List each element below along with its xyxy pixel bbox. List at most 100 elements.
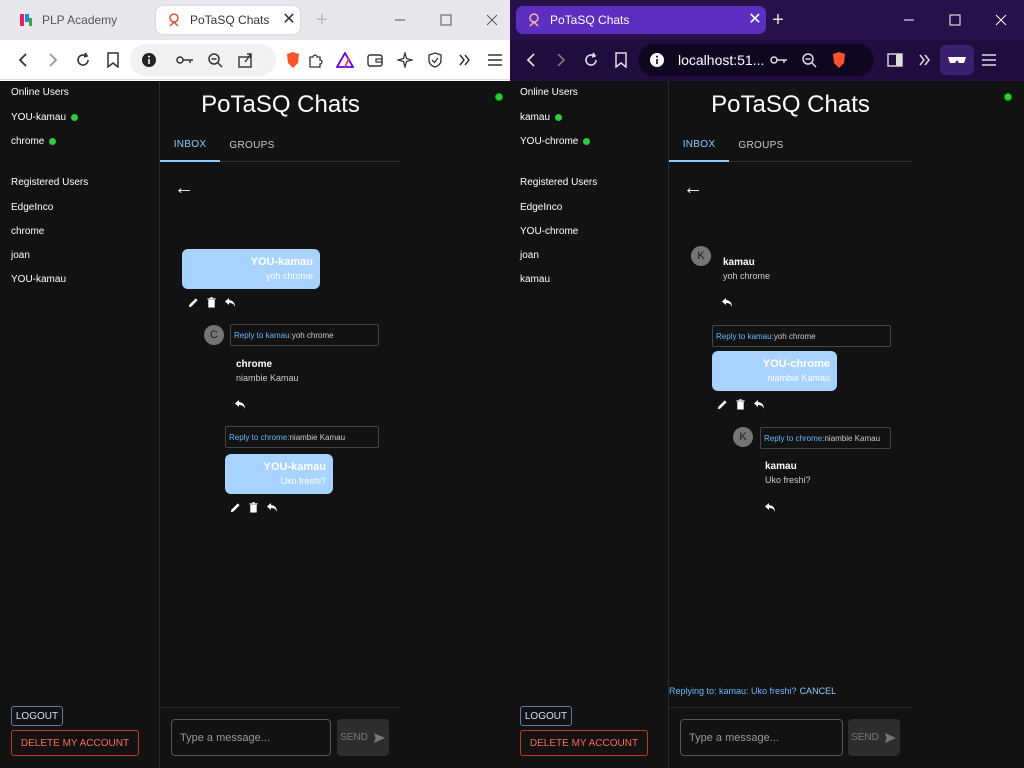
brave-shields-icon[interactable]: [824, 45, 854, 75]
close-window-button[interactable]: [469, 0, 510, 40]
registered-user-item[interactable]: joan: [0, 243, 159, 267]
zoom-out-icon[interactable]: [794, 45, 824, 75]
reply-quote: yoh chrome: [291, 330, 334, 340]
back-icon[interactable]: [8, 45, 38, 75]
key-icon[interactable]: [170, 45, 200, 75]
menu-icon[interactable]: [480, 45, 510, 75]
minimize-button[interactable]: [377, 0, 423, 40]
registered-user-item[interactable]: joan: [510, 243, 668, 267]
tab-inbox[interactable]: INBOX: [160, 129, 220, 162]
registered-user-item[interactable]: YOU-kamau: [0, 267, 159, 291]
new-tab-button[interactable]: +: [310, 8, 334, 32]
key-icon[interactable]: [764, 45, 794, 75]
delete-account-button[interactable]: DELETE MY ACCOUNT: [11, 730, 139, 756]
new-tab-button[interactable]: +: [766, 8, 790, 32]
reply-icon[interactable]: [721, 297, 733, 308]
chat-main: PoTaSQ Chats INBOX GROUPS ← YOU-kamau yo…: [160, 81, 401, 768]
wallet-icon[interactable]: [360, 45, 390, 75]
browser-tab-potasq[interactable]: PoTaSQ Chats ✕: [516, 6, 766, 34]
maximize-button[interactable]: [423, 0, 469, 40]
send-button[interactable]: SEND: [337, 719, 389, 756]
leo-ai-icon[interactable]: [390, 45, 420, 75]
more-tools-icon[interactable]: [910, 45, 940, 75]
private-window-icon[interactable]: [940, 45, 974, 75]
delete-account-button[interactable]: DELETE MY ACCOUNT: [520, 730, 648, 756]
delete-icon[interactable]: [735, 399, 746, 410]
browser-tab-potasq[interactable]: PoTaSQ Chats ✕: [156, 6, 300, 34]
tab-groups[interactable]: GROUPS: [222, 129, 282, 162]
online-user-item[interactable]: YOU-kamau: [0, 105, 159, 129]
maximize-button[interactable]: [932, 0, 978, 40]
reply-icon[interactable]: [764, 502, 776, 513]
back-arrow-icon[interactable]: ←: [174, 177, 194, 200]
reply-icon[interactable]: [234, 399, 246, 410]
registered-user-item[interactable]: kamau: [510, 267, 668, 291]
sidebar: Online Users YOU-kamau chrome Registered…: [0, 81, 160, 768]
more-tools-icon[interactable]: [450, 45, 480, 75]
logout-button[interactable]: LOGOUT: [11, 706, 63, 726]
reload-icon[interactable]: [68, 45, 98, 75]
reply-icon[interactable]: [224, 297, 236, 308]
share-icon[interactable]: [230, 45, 260, 75]
registered-user-item[interactable]: EdgeInco: [510, 195, 668, 219]
page-title: PoTaSQ Chats: [201, 91, 360, 118]
site-info-icon[interactable]: [134, 45, 164, 75]
compose-bar: SEND: [160, 707, 401, 768]
online-user-item[interactable]: kamau: [510, 105, 668, 129]
address-bar[interactable]: [130, 43, 276, 76]
reply-icon[interactable]: [266, 502, 278, 513]
zoom-out-icon[interactable]: [200, 45, 230, 75]
send-button[interactable]: SEND: [848, 719, 900, 756]
cancel-reply-button[interactable]: CANCEL: [800, 686, 837, 696]
sidebar-toggle-icon[interactable]: [880, 45, 910, 75]
menu-icon[interactable]: [974, 45, 1004, 75]
chat-tabs: INBOX GROUPS: [669, 129, 912, 162]
registered-user-item[interactable]: EdgeInco: [0, 195, 159, 219]
message-input[interactable]: [680, 719, 843, 756]
user-name: chrome: [11, 135, 45, 147]
bookmark-icon[interactable]: [606, 45, 636, 75]
message-input[interactable]: [171, 719, 331, 756]
send-icon: [884, 732, 896, 743]
close-tab-icon[interactable]: ✕: [278, 12, 300, 28]
sidebar: Online Users kamau YOU-chrome Registered…: [510, 81, 669, 768]
minimize-button[interactable]: [886, 0, 932, 40]
back-arrow-icon[interactable]: ←: [683, 177, 703, 200]
message-sender: kamau: [765, 461, 797, 472]
registered-user-item[interactable]: YOU-chrome: [510, 219, 668, 243]
back-icon[interactable]: [516, 45, 546, 75]
logout-button[interactable]: LOGOUT: [520, 706, 572, 726]
tab-inbox[interactable]: INBOX: [669, 129, 729, 162]
online-status-icon: [583, 137, 591, 145]
close-tab-icon[interactable]: ✕: [744, 12, 766, 28]
message-actions: [234, 399, 246, 410]
edit-icon[interactable]: [230, 502, 241, 513]
tab-strip: PoTaSQ Chats ✕ +: [510, 0, 1024, 40]
message-text: Uko freshi?: [765, 475, 811, 485]
delete-icon[interactable]: [206, 297, 217, 308]
online-user-item[interactable]: YOU-chrome: [510, 129, 668, 153]
edit-icon[interactable]: [188, 297, 199, 308]
brave-rewards-icon[interactable]: [330, 45, 360, 75]
replying-text: Replying to: kamau: Uko freshi?: [669, 686, 797, 696]
extensions-icon[interactable]: [300, 45, 330, 75]
online-status-icon: [555, 113, 563, 121]
registered-user-item[interactable]: chrome: [0, 219, 159, 243]
delete-icon[interactable]: [248, 502, 259, 513]
registered-users-heading: Registered Users: [520, 177, 598, 188]
browser-tab-plp-academy[interactable]: PLP Academy: [8, 6, 148, 34]
vpn-icon[interactable]: [420, 45, 450, 75]
registered-users-heading: Registered Users: [11, 177, 89, 188]
reply-icon[interactable]: [753, 399, 765, 410]
forward-icon[interactable]: [38, 45, 68, 75]
tab-groups[interactable]: GROUPS: [731, 129, 791, 162]
reload-icon[interactable]: [576, 45, 606, 75]
edit-icon[interactable]: [717, 399, 728, 410]
bookmark-icon[interactable]: [98, 45, 128, 75]
online-user-item[interactable]: chrome: [0, 129, 159, 153]
forward-icon[interactable]: [546, 45, 576, 75]
message-sender: YOU-kamau: [250, 256, 313, 268]
site-info-icon[interactable]: [642, 45, 672, 75]
close-window-button[interactable]: [978, 0, 1024, 40]
address-bar[interactable]: localhost:51...: [638, 44, 874, 76]
